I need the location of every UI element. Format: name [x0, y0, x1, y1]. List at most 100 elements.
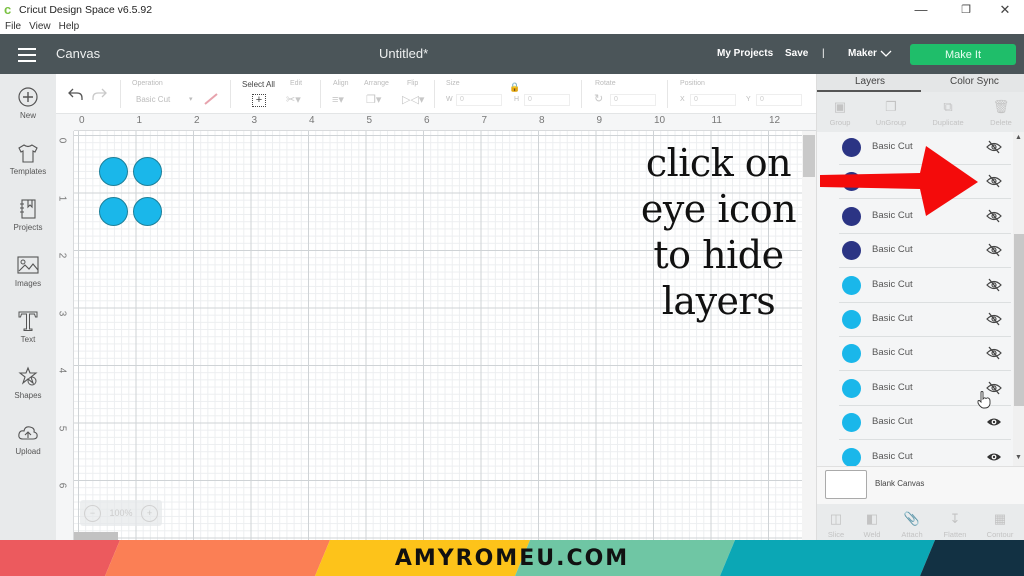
my-projects-link[interactable]: My Projects: [717, 48, 773, 59]
eye-hidden-icon[interactable]: [986, 278, 1002, 292]
sidebar-item-text[interactable]: Text: [0, 310, 56, 366]
group-button[interactable]: ▣ Group: [817, 96, 863, 127]
select-all-label: Select All: [242, 80, 275, 89]
layer-color-swatch[interactable]: [842, 344, 861, 364]
ruler-vertical: 0 1 2 3 4 5 6: [56, 131, 74, 540]
layer-color-swatch[interactable]: [842, 413, 861, 433]
attach-button[interactable]: 📎 Attach: [889, 508, 935, 539]
layers-scrollbar[interactable]: ▲ ▼: [1013, 132, 1024, 466]
y-position-input[interactable]: 0: [756, 94, 802, 106]
circle-shape[interactable]: [99, 157, 128, 186]
annotation-line: click on: [645, 141, 792, 185]
undo-icon[interactable]: [67, 87, 83, 101]
scroll-up-icon[interactable]: ▲: [1015, 134, 1022, 141]
sidebar-item-shapes[interactable]: Shapes: [0, 366, 56, 422]
toolbar-divider: [667, 80, 668, 108]
flatten-button[interactable]: ↧ Flatten: [932, 508, 978, 539]
canvas-horizontal-scrollbar[interactable]: [74, 532, 118, 540]
operation-select[interactable]: Basic Cut: [136, 95, 170, 104]
y-label: Y: [746, 96, 751, 103]
layer-color-swatch[interactable]: [842, 241, 861, 261]
ungroup-button[interactable]: ❐ UnGroup: [868, 96, 914, 127]
sidebar-label: Images: [14, 279, 42, 288]
sidebar-item-images[interactable]: Images: [0, 254, 56, 310]
arrange-label: Arrange: [364, 80, 389, 87]
blank-canvas-swatch[interactable]: [825, 470, 867, 499]
layer-row[interactable]: Basic Cut: [839, 269, 1011, 303]
lock-icon[interactable]: 🔒: [509, 82, 520, 93]
blank-canvas-row[interactable]: Blank Canvas: [817, 466, 1024, 504]
scroll-down-icon[interactable]: ▼: [1015, 454, 1022, 461]
pen-color-icon[interactable]: [203, 92, 219, 106]
sidebar-item-templates[interactable]: Templates: [0, 142, 56, 198]
text-t-icon: [18, 311, 38, 331]
sidebar-item-upload[interactable]: Upload: [0, 422, 56, 478]
menu-file[interactable]: File: [5, 21, 21, 32]
scrollbar-thumb[interactable]: [803, 135, 815, 177]
chevron-down-icon[interactable]: [880, 50, 892, 58]
machine-selector[interactable]: Maker: [848, 48, 877, 59]
ruler-tick-label: 3: [56, 310, 68, 316]
rotate-value: 0: [614, 96, 618, 103]
eye-icon[interactable]: [986, 415, 1002, 429]
zoom-in-button[interactable]: +: [141, 504, 158, 522]
redo-icon[interactable]: [92, 87, 108, 101]
make-it-button[interactable]: Make It: [910, 44, 1016, 65]
minimize-button[interactable]: —: [902, 0, 940, 19]
layer-row[interactable]: Basic Cut: [839, 441, 1011, 466]
flip-icon[interactable]: ▷◁▾: [402, 93, 424, 106]
ruler-tick-label: 6: [56, 482, 68, 489]
canvas-vertical-scrollbar[interactable]: [802, 131, 816, 540]
select-all-button[interactable]: +: [252, 94, 266, 107]
layer-color-swatch[interactable]: [842, 447, 861, 466]
scrollbar-thumb[interactable]: [1014, 234, 1024, 406]
sidebar-item-new[interactable]: New: [0, 86, 56, 142]
hamburger-menu-icon[interactable]: [18, 48, 36, 62]
rotate-input[interactable]: 0: [610, 94, 656, 106]
height-input[interactable]: 0: [524, 94, 570, 106]
menu-view[interactable]: View: [29, 21, 51, 32]
save-link[interactable]: Save: [785, 48, 808, 59]
circle-shape[interactable]: [99, 197, 128, 226]
tab-color-sync[interactable]: Color Sync: [950, 76, 999, 87]
eye-hidden-icon[interactable]: [986, 140, 1002, 154]
arrange-icon[interactable]: ❐▾: [366, 93, 381, 106]
tab-layers[interactable]: Layers: [855, 76, 885, 87]
circle-shape[interactable]: [133, 157, 162, 186]
align-icon[interactable]: ≡▾: [332, 93, 344, 106]
restore-button[interactable]: ❐: [947, 0, 985, 19]
x-position-input[interactable]: 0: [690, 94, 736, 106]
eye-icon[interactable]: [986, 450, 1002, 464]
tshirt-icon: [18, 144, 38, 163]
eye-hidden-icon[interactable]: [986, 243, 1002, 257]
layer-color-swatch[interactable]: [842, 275, 861, 295]
duplicate-button[interactable]: ⧉ Duplicate: [925, 96, 971, 127]
close-button[interactable]: ✕: [986, 0, 1024, 19]
zoom-out-button[interactable]: −: [84, 504, 101, 522]
layer-row[interactable]: Basic Cut: [839, 303, 1011, 337]
layer-row[interactable]: Basic Cut: [839, 337, 1011, 372]
layer-name: Basic Cut: [872, 450, 913, 462]
ruler-tick-label: 4: [56, 367, 68, 374]
sidebar-label: New: [19, 111, 36, 120]
operation-chevron-icon[interactable]: ▾: [189, 95, 193, 103]
layer-color-swatch[interactable]: [842, 310, 861, 329]
toolbar-divider: [434, 80, 435, 108]
layer-row[interactable]: Basic Cut: [839, 234, 1011, 269]
contour-button[interactable]: ▦ Contour: [977, 508, 1023, 539]
edit-scissors-icon[interactable]: ✂▾: [286, 93, 301, 106]
design-canvas[interactable]: 0 1 2 3 4 5 6 7 8 9 10 11 12 0123456 click on eye ic…: [56, 114, 816, 540]
eye-hidden-icon[interactable]: [986, 346, 1002, 360]
layer-color-swatch[interactable]: [842, 378, 861, 398]
layer-row[interactable]: Basic Cut: [839, 406, 1011, 441]
eye-hidden-icon[interactable]: [986, 209, 1002, 223]
ruler-tick-label: 5: [56, 425, 68, 431]
circle-shape[interactable]: [133, 197, 162, 226]
blank-canvas-label: Blank Canvas: [875, 479, 925, 488]
eye-hidden-icon[interactable]: [986, 174, 1002, 188]
width-input[interactable]: 0: [456, 94, 502, 106]
menu-help[interactable]: Help: [59, 21, 80, 32]
delete-button[interactable]: 🗑 Delete: [978, 96, 1024, 127]
sidebar-item-projects[interactable]: Projects: [0, 198, 56, 254]
eye-hidden-icon[interactable]: [986, 312, 1002, 326]
